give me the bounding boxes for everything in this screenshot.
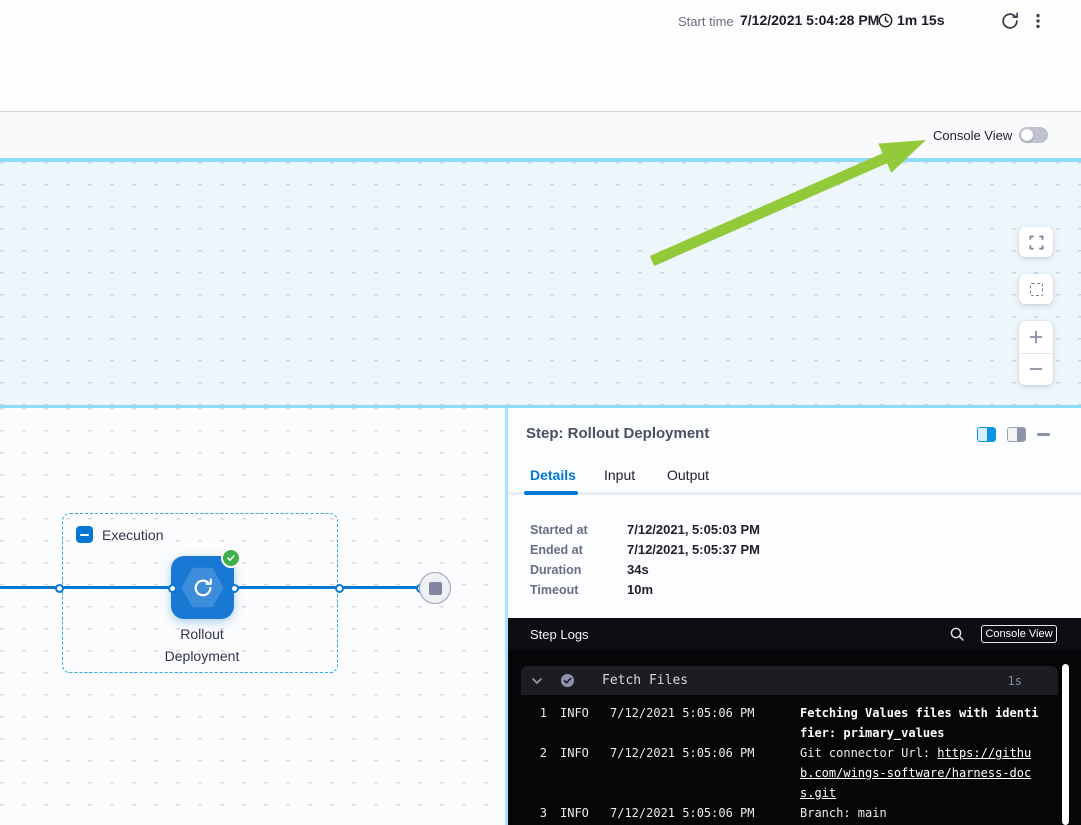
step-logs-bar: Step Logs Console View	[508, 618, 1081, 650]
connector-dot	[55, 584, 64, 593]
toggle-knob	[1021, 129, 1033, 141]
collapse-group-button[interactable]	[76, 526, 93, 543]
refresh-button[interactable]	[998, 9, 1022, 33]
minimize-panel-button[interactable]	[1037, 433, 1050, 436]
stop-node[interactable]	[419, 572, 451, 604]
chevron-down-icon[interactable]	[531, 675, 543, 687]
minus-icon	[80, 534, 89, 536]
marquee-select-button[interactable]	[1019, 274, 1053, 304]
log-scrollbar[interactable]	[1062, 664, 1069, 825]
success-circle-icon	[560, 673, 575, 688]
detail-row: Ended at 7/12/2021, 5:05:37 PM	[530, 540, 760, 560]
detail-row: Timeout 10m	[530, 580, 760, 600]
zoom-in-button[interactable]	[1019, 321, 1053, 354]
fullscreen-button[interactable]	[1019, 227, 1053, 257]
panel-view-icon[interactable]	[1007, 427, 1026, 442]
log-message: Git connector Url: https://github.com/wi…	[800, 743, 1042, 803]
active-tab-underline	[524, 491, 578, 495]
log-line: 1 INFO 7/12/2021 5:05:06 PM Fetching Val…	[508, 703, 1068, 743]
start-time-label: Start time	[678, 14, 734, 29]
detail-row: Duration 34s	[530, 560, 760, 580]
tab-details[interactable]: Details	[530, 467, 576, 483]
clock-icon	[878, 13, 893, 28]
rollout-icon	[191, 576, 215, 600]
tab-output[interactable]: Output	[667, 467, 709, 483]
connector-dot	[230, 584, 239, 593]
log-section-fetch-files[interactable]: Fetch Files 1s	[521, 666, 1058, 695]
node-label: Rollout Deployment	[146, 623, 258, 667]
split-view-icon[interactable]	[977, 427, 996, 442]
tab-input[interactable]: Input	[604, 467, 635, 483]
search-icon[interactable]	[949, 626, 965, 642]
elapsed-duration: 1m 15s	[897, 12, 944, 28]
fullscreen-icon	[1029, 235, 1044, 250]
log-section-name: Fetch Files	[602, 673, 688, 688]
execution-group-label: Execution	[102, 527, 163, 543]
marquee-select-icon	[1030, 283, 1043, 296]
stop-square-icon	[429, 582, 442, 595]
zoom-out-icon	[1028, 361, 1044, 377]
step-details-panel: Step: Rollout Deployment Details Input O…	[508, 408, 1081, 825]
console-view-label: Console View	[933, 128, 1012, 143]
detail-row: Started at 7/12/2021, 5:05:03 PM	[530, 520, 760, 540]
log-line: 3 INFO 7/12/2021 5:05:06 PM Branch: main	[508, 803, 1068, 823]
success-badge-icon	[221, 548, 241, 568]
zoom-out-button[interactable]	[1019, 354, 1053, 386]
log-lines: 1 INFO 7/12/2021 5:05:06 PM Fetching Val…	[508, 703, 1068, 823]
panel-title: Step: Rollout Deployment	[526, 425, 709, 442]
zoom-control-group	[1019, 321, 1053, 385]
start-time-value: 7/12/2021 5:04:28 PM	[740, 12, 879, 28]
stage-canvas[interactable]	[0, 162, 1081, 405]
top-header-bar: Start time 7/12/2021 5:04:28 PM 1m 15s	[0, 0, 1081, 111]
step-logs-title: Step Logs	[530, 627, 589, 642]
step-details-list: Started at 7/12/2021, 5:05:03 PM Ended a…	[530, 520, 760, 600]
log-line: 2 INFO 7/12/2021 5:05:06 PM Git connecto…	[508, 743, 1068, 803]
pipeline-toolbar	[0, 111, 1081, 158]
zoom-in-icon	[1028, 329, 1044, 345]
log-section-duration: 1s	[1008, 674, 1022, 688]
kebab-menu-button[interactable]	[1026, 9, 1050, 33]
console-view-button[interactable]: Console View	[981, 625, 1057, 643]
connector-dot	[168, 584, 177, 593]
tabs-rule	[508, 492, 1081, 495]
connector-dot	[335, 584, 344, 593]
console-view-toggle[interactable]	[1019, 127, 1048, 143]
log-console: Fetch Files 1s 1 INFO 7/12/2021 5:05:06 …	[508, 650, 1081, 825]
